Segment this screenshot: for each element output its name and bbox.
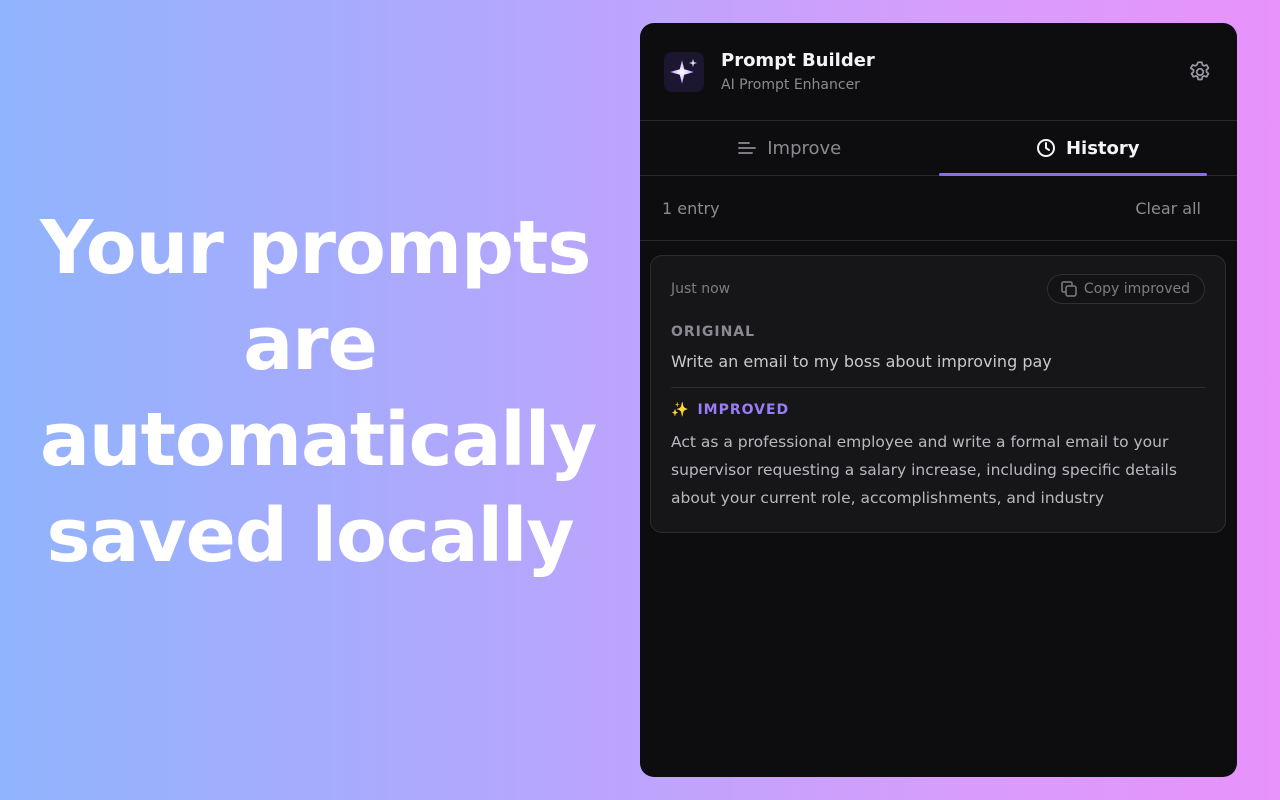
tab-improve[interactable]: Improve	[640, 121, 939, 175]
app-title: Prompt Builder	[721, 50, 875, 71]
history-entry-card: Just now Copy improved ORIGINAL Write an…	[650, 255, 1226, 533]
headline-line: Your prompts	[40, 205, 591, 291]
headline-line: are	[243, 301, 378, 387]
extension-panel: Prompt Builder AI Prompt Enhancer Improv…	[640, 23, 1237, 777]
tab-bar: Improve History	[640, 121, 1237, 176]
app-subtitle: AI Prompt Enhancer	[721, 77, 860, 93]
copy-improved-button[interactable]: Copy improved	[1046, 274, 1205, 304]
improved-label: ✨ IMPROVED	[671, 402, 1205, 418]
entry-count: 1 entry	[662, 198, 720, 218]
title-block: Prompt Builder AI Prompt Enhancer	[721, 50, 875, 93]
clear-all-button[interactable]: Clear all	[1135, 199, 1201, 218]
clock-icon	[1036, 138, 1056, 158]
panel-header: Prompt Builder AI Prompt Enhancer	[640, 23, 1237, 121]
tab-history[interactable]: History	[938, 121, 1238, 176]
copy-label: Copy improved	[1083, 281, 1190, 297]
improved-label-text: IMPROVED	[697, 402, 790, 418]
card-top: Just now Copy improved	[671, 274, 1205, 304]
headline: Your prompts are automatically saved loc…	[40, 200, 597, 584]
tab-label: History	[1065, 137, 1140, 159]
tab-label: Improve	[767, 137, 842, 159]
original-label: ORIGINAL	[671, 324, 756, 340]
original-text: Write an email to my boss about improvin…	[671, 352, 1052, 371]
headline-line: automatically	[40, 397, 597, 483]
copy-icon	[1060, 280, 1078, 298]
timestamp: Just now	[671, 281, 731, 297]
history-toolbar: 1 entry Clear all	[640, 176, 1237, 241]
divider	[671, 387, 1205, 388]
settings-button[interactable]	[1185, 57, 1215, 87]
sparkle-logo-icon	[664, 51, 704, 92]
gear-icon	[1187, 59, 1213, 85]
headline-line: saved locally	[46, 493, 574, 579]
improved-text: Act as a professional employee and write…	[671, 433, 1177, 507]
sparkles-icon: ✨	[671, 402, 690, 418]
lines-icon	[737, 140, 757, 156]
